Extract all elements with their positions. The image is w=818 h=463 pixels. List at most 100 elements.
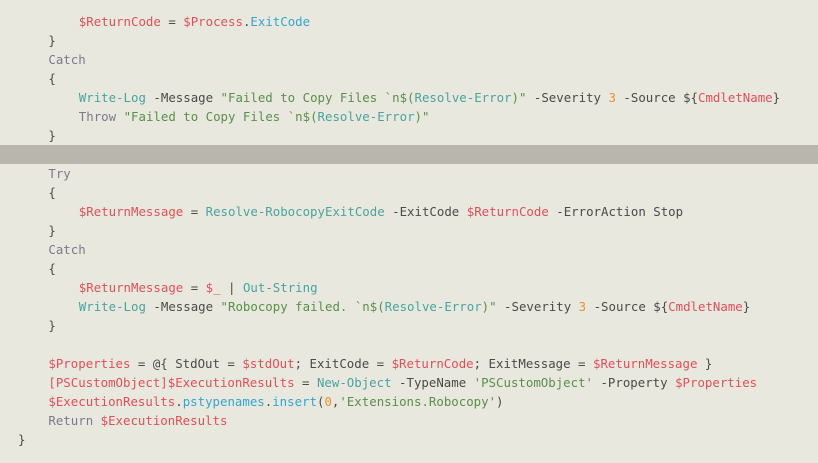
code-token: ExitCode — [250, 14, 311, 29]
code-token: $ExecutionResults — [167, 375, 295, 390]
code-line[interactable]: $ReturnMessage = $_ | Out-String — [0, 278, 818, 297]
code-token: } — [18, 432, 26, 447]
code-line[interactable]: Write-Log -Message "Failed to Copy Files… — [0, 88, 818, 107]
code-token: -TypeName — [391, 375, 474, 390]
code-token: 'Extensions.Robocopy' — [339, 394, 497, 409]
code-line[interactable]: Catch — [0, 50, 818, 69]
code-token: $ExecutionResults — [100, 413, 228, 428]
code-token: } — [48, 223, 56, 238]
code-token: )" — [481, 299, 497, 314]
code-token: -Message — [145, 90, 221, 105]
code-token: Resolve-Error — [317, 109, 415, 124]
code-token: } — [742, 299, 751, 314]
code-line[interactable]: { — [0, 183, 818, 202]
code-token: Catch — [48, 242, 86, 257]
code-token: { — [48, 261, 56, 276]
code-token: } — [772, 90, 781, 105]
code-token: -Severity — [526, 90, 609, 105]
code-token: { — [48, 185, 56, 200]
code-token: pstypenames — [182, 394, 265, 409]
code-token: $Process — [183, 14, 243, 29]
code-token: -ErrorAction Stop — [548, 204, 684, 219]
code-token: ${ — [683, 90, 699, 105]
code-token: $Properties — [48, 356, 131, 371]
code-token: Try — [48, 166, 71, 181]
code-token: -Source — [615, 90, 684, 105]
code-line[interactable]: { — [0, 259, 818, 278]
code-line[interactable]: $ReturnCode = $Process.ExitCode — [0, 12, 818, 31]
code-token: Write-Log — [78, 299, 146, 314]
code-token: = — [160, 14, 184, 29]
code-token: "Robocopy failed. `n$( — [220, 299, 385, 314]
code-token: = — [183, 280, 206, 295]
code-token: CmdletName — [698, 90, 773, 105]
code-token: } — [48, 33, 56, 48]
code-token: Resolve-Error — [384, 299, 482, 314]
code-token: CmdletName — [668, 299, 743, 314]
code-token: New-Object — [316, 375, 392, 390]
code-line[interactable]: Catch — [0, 240, 818, 259]
code-token: $ReturnCode — [78, 14, 161, 29]
code-line[interactable]: Try — [0, 164, 818, 183]
code-token: Out-String — [242, 280, 318, 295]
code-line[interactable]: $Properties = @{ StdOut = $stdOut; ExitC… — [0, 354, 818, 373]
code-token: ; ExitMessage = — [473, 356, 593, 371]
code-line[interactable] — [0, 335, 818, 354]
code-token: 3 — [578, 299, 587, 314]
code-token: -Property — [593, 375, 676, 390]
code-line[interactable]: Throw "Failed to Copy Files `n$(Resolve-… — [0, 107, 818, 126]
code-line[interactable]: } — [0, 126, 818, 145]
code-line[interactable]: } — [0, 221, 818, 240]
code-token: $stdOut — [242, 356, 295, 371]
highlighted-line[interactable] — [0, 145, 818, 164]
code-token: Throw — [78, 109, 117, 124]
code-token: $ReturnMessage — [78, 204, 184, 219]
code-token: $_ — [205, 280, 221, 295]
code-token: Return — [48, 413, 94, 428]
code-token: 3 — [608, 90, 616, 105]
code-line[interactable]: $ExecutionResults.pstypenames.insert(0,'… — [0, 392, 818, 411]
code-token: 0 — [324, 394, 332, 409]
code-token: $ReturnMessage — [592, 356, 698, 371]
code-token: | — [220, 280, 243, 295]
code-token: -ExitCode — [384, 204, 467, 219]
code-token: ${ — [653, 299, 669, 314]
code-token: $ReturnCode — [466, 204, 549, 219]
code-line[interactable]: } — [0, 430, 818, 449]
code-token: [PSCustomObject] — [48, 375, 168, 390]
code-line[interactable]: { — [0, 69, 818, 88]
code-editor[interactable]: $ReturnCode = $Process.ExitCode} Catch{Wr… — [0, 0, 818, 463]
code-token: ) — [496, 394, 504, 409]
code-token: } — [48, 128, 56, 143]
code-token: = — [183, 204, 206, 219]
code-token: )" — [511, 90, 527, 105]
code-token: $Properties — [675, 375, 758, 390]
code-token: Write-Log — [78, 90, 146, 105]
code-token: } — [48, 318, 56, 333]
code-line[interactable]: $ReturnMessage = Resolve-RobocopyExitCod… — [0, 202, 818, 221]
code-token: = @{ StdOut = — [130, 356, 243, 371]
code-token: -Source — [586, 299, 654, 314]
code-token: insert — [272, 394, 317, 409]
code-token: = — [294, 375, 317, 390]
code-line[interactable]: Write-Log -Message "Robocopy failed. `n$… — [0, 297, 818, 316]
code-token: . — [175, 394, 183, 409]
code-token: Resolve-Error — [414, 90, 512, 105]
code-token: 'PSCustomObject' — [473, 375, 593, 390]
code-token: Resolve-RobocopyExitCode — [205, 204, 385, 219]
code-token: "Failed to Copy Files `n$( — [220, 90, 415, 105]
code-token: )" — [414, 109, 430, 124]
code-line[interactable]: Return $ExecutionResults — [0, 411, 818, 430]
code-token: $ReturnMessage — [78, 280, 184, 295]
code-token: Catch — [48, 52, 86, 67]
code-token: $ExecutionResults — [48, 394, 176, 409]
code-line[interactable]: } — [0, 316, 818, 335]
code-token: } — [697, 356, 713, 371]
code-token: { — [48, 71, 56, 86]
code-line[interactable]: [PSCustomObject]$ExecutionResults = New-… — [0, 373, 818, 392]
code-token: -Severity — [496, 299, 579, 314]
code-token: "Failed to Copy Files `n$( — [123, 109, 318, 124]
code-line[interactable]: } — [0, 31, 818, 50]
